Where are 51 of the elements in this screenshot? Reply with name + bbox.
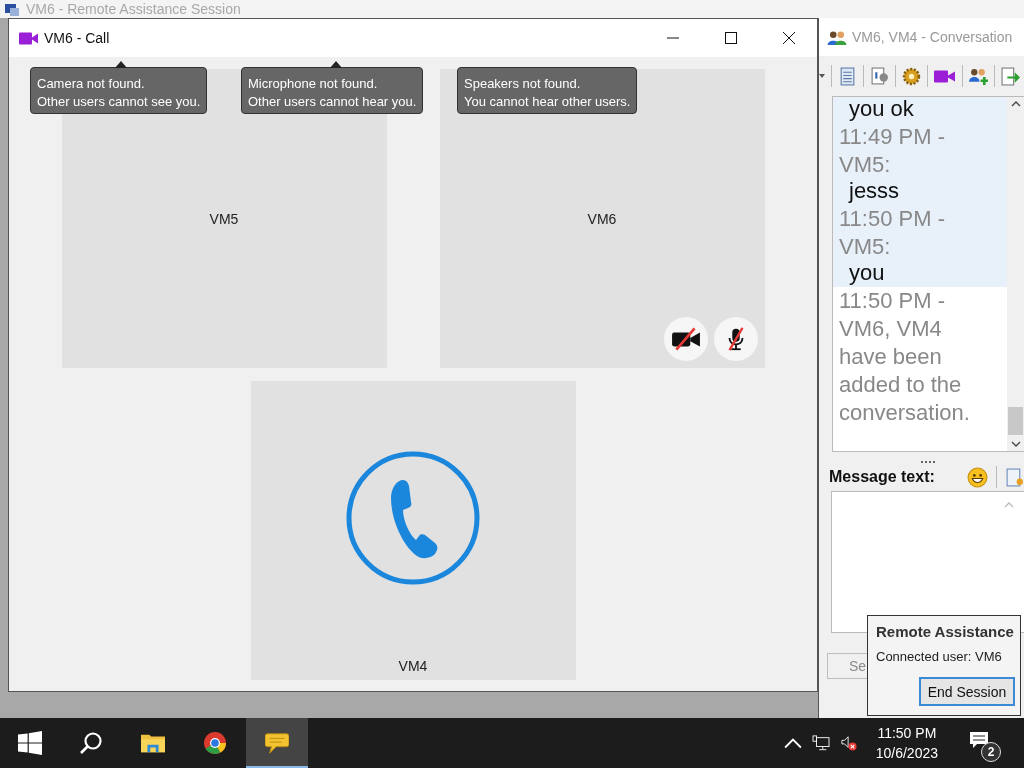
notification-title: Remote Assistance [876, 623, 1014, 640]
app-icon [4, 2, 20, 18]
chevron-up-icon[interactable] [1010, 101, 1021, 107]
muted-speaker-icon[interactable] [839, 735, 858, 751]
message-header: 11:50 PM - VM5: [833, 205, 1007, 261]
video-camera-icon[interactable] [934, 68, 956, 84]
camera-toggle[interactable] [663, 317, 708, 361]
window-title: VM6 - Remote Assistance Session [26, 1, 241, 17]
participant-name: VM6 [587, 210, 617, 227]
phone-icon [345, 450, 481, 586]
chat-message: you [833, 259, 1007, 287]
action-center-button[interactable]: 2 [962, 723, 1002, 763]
search-icon [79, 731, 103, 755]
chevron-down-icon[interactable] [1010, 441, 1021, 447]
end-session-button[interactable]: End Session [919, 677, 1015, 706]
message-icon [969, 731, 989, 749]
close-icon[interactable] [783, 32, 795, 44]
microphone-toggle[interactable] [713, 317, 758, 361]
video-camera-icon [670, 326, 701, 352]
scrollbar-thumb[interactable] [1008, 407, 1023, 435]
maximize-icon[interactable] [725, 32, 737, 44]
message-header: 11:49 PM - VM5: [833, 123, 1007, 179]
clock[interactable]: 11:50 PM 10/6/2023 [875, 723, 938, 763]
gear-icon[interactable] [902, 66, 921, 86]
tooltip-text: Microphone not found. Other users cannot hear you. [248, 76, 417, 109]
window-title: VM6 - Call [44, 30, 110, 46]
add-user-icon[interactable] [969, 66, 988, 86]
notification-text: Connected user: VM6 [876, 649, 1002, 664]
people-icon [827, 29, 847, 45]
chat-message: you ok [833, 97, 1007, 123]
windows-logo-icon [18, 731, 42, 755]
tooltip-text: Speakers not found. You cannot hear other users. [464, 76, 631, 109]
message-label: Message text: [829, 468, 936, 486]
smiley-icon[interactable] [967, 466, 988, 488]
notification-count: 2 [981, 742, 1001, 762]
browser-icon [203, 731, 227, 755]
window-title: VM6, VM4 - Conversation [852, 29, 1013, 45]
video-camera-icon [19, 30, 39, 46]
info-icon[interactable] [870, 66, 889, 86]
speech-bubble-icon [265, 731, 289, 755]
time-text: 11:50 PM [877, 724, 937, 743]
participant-name: VM5 [209, 210, 239, 227]
caret-icon[interactable] [819, 73, 825, 79]
chat-message: jesss [833, 177, 1007, 205]
date-text: 10/6/2023 [875, 744, 938, 763]
participant-name: VM4 [398, 658, 428, 674]
document-icon[interactable] [838, 66, 857, 86]
exit-icon[interactable] [1001, 66, 1020, 86]
taskbar-chat-item[interactable] [246, 718, 308, 768]
tooltip-text: Camera not found. Other users cannot see you. [37, 76, 201, 109]
network-icon[interactable] [811, 735, 830, 751]
